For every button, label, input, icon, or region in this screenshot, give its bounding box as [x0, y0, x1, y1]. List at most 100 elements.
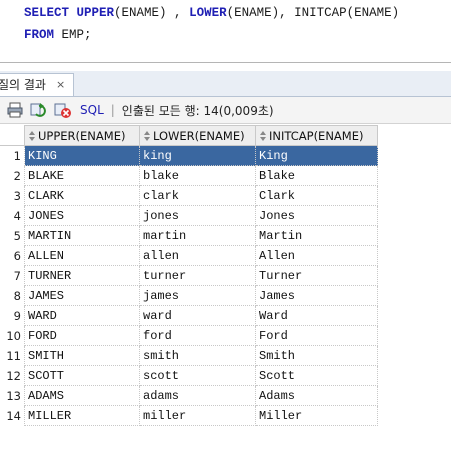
table-row[interactable]: 2 BLAKE blake Blake	[0, 165, 378, 186]
table-cell[interactable]: king	[139, 145, 256, 166]
table-row[interactable]: 8 JAMES james James	[0, 285, 378, 306]
table-cell[interactable]: Ward	[255, 305, 378, 326]
sql-editor[interactable]: SELECT UPPER(ENAME) , LOWER(ENAME), INIT…	[0, 0, 451, 62]
table-cell[interactable]: Miller	[255, 405, 378, 426]
table-cell[interactable]: blake	[139, 165, 256, 186]
table-row[interactable]: 5 MARTIN martin Martin	[0, 225, 378, 246]
table-cell[interactable]: Blake	[255, 165, 378, 186]
table-cell[interactable]: Ford	[255, 325, 378, 346]
sort-icon	[260, 131, 266, 141]
table-cell[interactable]: James	[255, 285, 378, 306]
table-cell[interactable]: Clark	[255, 185, 378, 206]
row-number: 8	[13, 288, 21, 303]
table-row[interactable]: 4 JONES jones Jones	[0, 205, 378, 226]
table-row[interactable]: 13 ADAMS adams Adams	[0, 385, 378, 406]
row-number: 11	[6, 348, 21, 363]
table-cell[interactable]: Martin	[255, 225, 378, 246]
table-cell[interactable]: Jones	[255, 205, 378, 226]
table-cell[interactable]: turner	[139, 265, 256, 286]
keyword-from: FROM	[24, 28, 55, 42]
table-cell[interactable]: jones	[139, 205, 256, 226]
row-number: 3	[13, 188, 21, 203]
results-grid: UPPER(ENAME) LOWER(ENAME) INITCAP(ENAME)…	[0, 125, 378, 426]
table-cell[interactable]: BLAKE	[24, 165, 140, 186]
table-cell[interactable]: TURNER	[24, 265, 140, 286]
table-cell[interactable]: King	[255, 145, 378, 166]
table-cell[interactable]: martin	[139, 225, 256, 246]
row-number: 4	[13, 208, 21, 223]
table-cell[interactable]: MARTIN	[24, 225, 140, 246]
row-number: 7	[13, 268, 21, 283]
table-cell[interactable]: ADAMS	[24, 385, 140, 406]
rownum-header	[0, 125, 25, 146]
row-number: 1	[13, 148, 21, 163]
column-header-label: UPPER(ENAME)	[38, 128, 126, 143]
table-cell[interactable]: WARD	[24, 305, 140, 326]
close-icon[interactable]: ×	[56, 74, 65, 96]
row-number: 2	[13, 168, 21, 183]
table-cell[interactable]: Smith	[255, 345, 378, 366]
table-row[interactable]: 3 CLARK clark Clark	[0, 185, 378, 206]
table-cell[interactable]: Scott	[255, 365, 378, 386]
row-number: 5	[13, 228, 21, 243]
table-cell[interactable]: allen	[139, 245, 256, 266]
table-cell[interactable]: ford	[139, 325, 256, 346]
column-header-label: LOWER(ENAME)	[153, 128, 245, 143]
print-icon[interactable]	[6, 101, 24, 119]
row-number: 13	[6, 388, 21, 403]
table-cell[interactable]: SCOTT	[24, 365, 140, 386]
table-cell[interactable]: KING	[24, 145, 140, 166]
cancel-icon[interactable]	[54, 101, 72, 119]
sort-icon	[144, 131, 150, 141]
table-row[interactable]: 1 KING king King	[0, 145, 378, 166]
table-row[interactable]: 7 TURNER turner Turner	[0, 265, 378, 286]
table-row[interactable]: 9 WARD ward Ward	[0, 305, 378, 326]
tab-query-result[interactable]: 질의 결과 ×	[0, 73, 75, 96]
function-lower: LOWER	[189, 6, 227, 20]
grid-header-row: UPPER(ENAME) LOWER(ENAME) INITCAP(ENAME)	[0, 125, 378, 146]
table-cell[interactable]: james	[139, 285, 256, 306]
fetch-status: 인출된 모든 행: 14(0,009초)	[121, 103, 274, 118]
table-row[interactable]: 10 FORD ford Ford	[0, 325, 378, 346]
table-cell[interactable]: adams	[139, 385, 256, 406]
function-upper: UPPER	[76, 6, 115, 20]
table-row[interactable]: 12 SCOTT scott Scott	[0, 365, 378, 386]
column-header-upper[interactable]: UPPER(ENAME)	[24, 125, 140, 146]
table-cell[interactable]: Turner	[255, 265, 378, 286]
table-cell[interactable]: ALLEN	[24, 245, 140, 266]
table-cell[interactable]: smith	[139, 345, 256, 366]
sql-line-2: FROM EMP;	[24, 28, 92, 42]
table-row[interactable]: 6 ALLEN allen Allen	[0, 245, 378, 266]
sql-text: (ENAME), INITCAP(ENAME)	[226, 6, 400, 20]
row-number: 10	[6, 328, 21, 343]
keyword-select: SELECT	[24, 6, 70, 20]
table-cell[interactable]: JONES	[24, 205, 140, 226]
tab-label: 질의 결과	[0, 78, 46, 92]
row-number: 12	[6, 368, 21, 383]
results-toolbar: SQL | 인출된 모든 행: 14(0,009초)	[0, 97, 451, 124]
refresh-icon[interactable]	[30, 101, 48, 119]
table-cell[interactable]: ward	[139, 305, 256, 326]
table-cell[interactable]: FORD	[24, 325, 140, 346]
panel-splitter[interactable]	[0, 62, 451, 71]
table-cell[interactable]: scott	[139, 365, 256, 386]
table-cell[interactable]: miller	[139, 405, 256, 426]
table-cell[interactable]: Adams	[255, 385, 378, 406]
table-row[interactable]: 14 MILLER miller Miller	[0, 405, 378, 426]
results-tabstrip: 질의 결과 ×	[0, 71, 451, 97]
table-cell[interactable]: MILLER	[24, 405, 140, 426]
table-row[interactable]: 11 SMITH smith Smith	[0, 345, 378, 366]
sql-text: (ENAME) ,	[114, 6, 190, 20]
column-header-lower[interactable]: LOWER(ENAME)	[139, 125, 256, 146]
row-number: 6	[13, 248, 21, 263]
table-cell[interactable]: clark	[139, 185, 256, 206]
table-cell[interactable]: JAMES	[24, 285, 140, 306]
row-number: 9	[13, 308, 21, 323]
table-cell[interactable]: SMITH	[24, 345, 140, 366]
table-cell[interactable]: Allen	[255, 245, 378, 266]
column-header-initcap[interactable]: INITCAP(ENAME)	[255, 125, 378, 146]
row-number: 14	[6, 408, 21, 423]
sql-button[interactable]: SQL	[80, 103, 104, 117]
sort-icon	[29, 131, 35, 141]
table-cell[interactable]: CLARK	[24, 185, 140, 206]
